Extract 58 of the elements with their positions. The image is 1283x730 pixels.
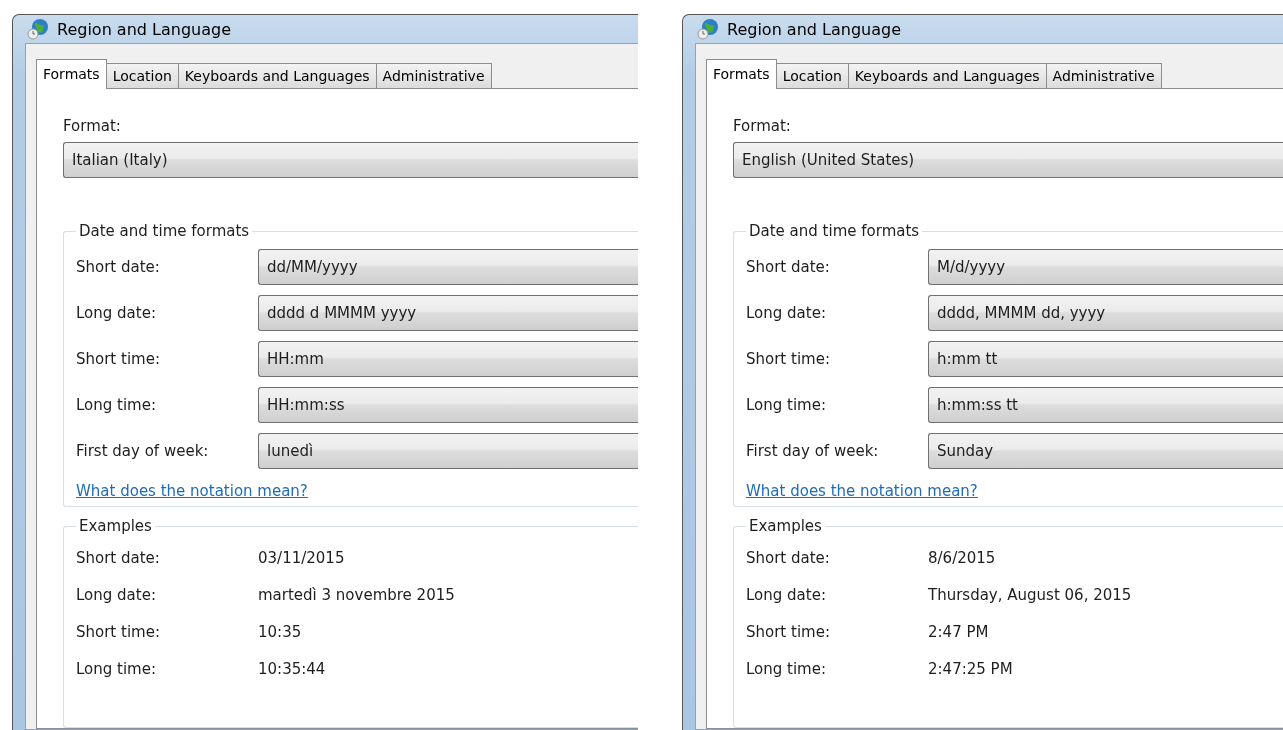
example-value: Thursday, August 06, 2015 [928, 585, 1133, 604]
format-dropdown[interactable]: HH:mm [258, 341, 638, 377]
window-title: Region and Language [727, 19, 901, 39]
format-dropdown[interactable]: dddd, MMMM dd, yyyy [928, 295, 1283, 331]
tab[interactable]: Formats [706, 59, 777, 89]
group-title: Date and time formats [78, 222, 251, 240]
format-dropdown[interactable]: lunedì [258, 433, 638, 469]
field-label: Long date: [76, 304, 157, 322]
field-label: First day of week: [76, 442, 210, 460]
tab[interactable]: Administrative [1045, 63, 1162, 88]
format-dropdown[interactable]: Sunday [928, 433, 1283, 469]
example-value: 10:35:44 [258, 659, 327, 678]
example-label: Short date: [76, 548, 161, 567]
format-dropdown[interactable]: M/d/yyyy [928, 249, 1283, 285]
group-title: Date and time formats [748, 222, 921, 240]
format-dropdown[interactable]: dd/MM/yyyy [258, 249, 638, 285]
tab[interactable]: Keyboards and Languages [847, 63, 1047, 88]
field-label: Short time: [76, 350, 161, 368]
tab[interactable]: Formats [36, 59, 107, 89]
format-dropdown[interactable]: h:mm:ss tt [928, 387, 1283, 423]
tab[interactable]: Location [105, 63, 179, 88]
example-label: Short date: [746, 548, 831, 567]
format-dropdown[interactable]: h:mm tt [928, 341, 1283, 377]
field-label: Short date: [746, 258, 831, 276]
example-label: Long time: [746, 659, 827, 678]
globe-icon [27, 18, 49, 40]
field-label: Short time: [746, 350, 831, 368]
format-dropdown[interactable]: Italian (Italy) [63, 142, 638, 178]
tab[interactable]: Location [775, 63, 849, 88]
example-value: 2:47:25 PM [928, 659, 1014, 678]
field-label: First day of week: [746, 442, 880, 460]
example-value: 10:35 [258, 622, 303, 641]
example-label: Short time: [76, 622, 161, 641]
format-dropdown[interactable]: dddd d MMMM yyyy [258, 295, 638, 331]
format-dropdown[interactable]: English (United States) [733, 142, 1283, 178]
example-value: martedì 3 novembre 2015 [258, 585, 456, 604]
example-value: 2:47 PM [928, 622, 990, 641]
help-link[interactable]: What does the notation mean? [76, 482, 308, 500]
example-label: Long time: [76, 659, 157, 678]
example-value: 03/11/2015 [258, 548, 346, 567]
example-label: Long date: [76, 585, 157, 604]
format-dropdown[interactable]: HH:mm:ss [258, 387, 638, 423]
tab[interactable]: Administrative [375, 63, 492, 88]
field-label: Format: [63, 117, 122, 135]
field-label: Long time: [746, 396, 827, 414]
field-label: Long date: [746, 304, 827, 322]
example-value: 8/6/2015 [928, 548, 997, 567]
window-title: Region and Language [57, 19, 231, 39]
field-label: Short date: [76, 258, 161, 276]
group-title: Examples [78, 517, 153, 535]
help-link[interactable]: What does the notation mean? [746, 482, 978, 500]
example-label: Short time: [746, 622, 831, 641]
example-label: Long date: [746, 585, 827, 604]
field-label: Format: [733, 117, 792, 135]
tab[interactable]: Keyboards and Languages [177, 63, 377, 88]
globe-icon [697, 18, 719, 40]
field-label: Long time: [76, 396, 157, 414]
group-title: Examples [748, 517, 823, 535]
